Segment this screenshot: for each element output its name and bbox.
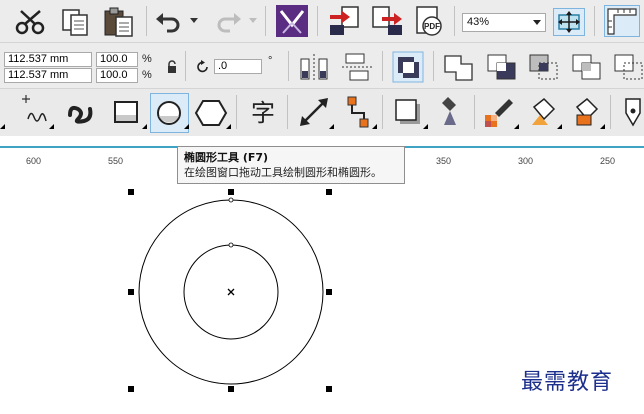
redo-dropdown-icon[interactable] <box>249 18 257 24</box>
flyout-indicator-icon <box>514 124 519 129</box>
flyout-indicator-icon <box>0 124 5 129</box>
undo-icon[interactable] <box>155 10 183 34</box>
inner-circle-node[interactable] <box>228 242 234 248</box>
combine-icon[interactable] <box>391 51 425 83</box>
flyout-indicator-icon <box>372 124 377 129</box>
selection-handle-bottom-right[interactable] <box>326 386 332 392</box>
transparency-tool-icon[interactable] <box>434 95 468 129</box>
front-minus-back-icon[interactable] <box>612 51 644 83</box>
selection-handle-top[interactable] <box>228 189 234 195</box>
simplify-icon[interactable] <box>570 51 604 83</box>
selection-handle-bottom-left[interactable] <box>128 386 134 392</box>
copy-icon[interactable] <box>60 8 92 36</box>
ellipse-tool-icon <box>157 101 181 125</box>
weld-icon[interactable] <box>442 51 476 83</box>
flyout-indicator-icon <box>49 124 54 129</box>
tooltip-description: 在绘图窗口拖动工具绘制圆形和椭圆形。 <box>184 166 382 179</box>
selection-handle-left[interactable] <box>128 289 134 295</box>
lock-ratio-icon[interactable] <box>166 60 178 74</box>
property-bar: 112.537 mm 112.537 mm 100.0 100.0 % % .0… <box>0 43 644 89</box>
zoom-level-value: 43% <box>467 16 490 28</box>
ruler-label: 600 <box>26 156 42 166</box>
connector-tool-icon[interactable] <box>340 95 374 129</box>
scale-x-unit: % <box>142 53 152 65</box>
color-eyedropper-tool-icon[interactable] <box>483 95 517 129</box>
toolbox: 字 <box>0 89 644 136</box>
outer-circle-node[interactable] <box>228 197 234 203</box>
ellipse-tool-tooltip: 椭圆形工具 (F7) 在绘图窗口拖动工具绘制圆形和椭圆形。 <box>177 146 405 184</box>
full-screen-button[interactable] <box>553 8 585 36</box>
text-tool-icon[interactable]: 字 <box>247 95 279 129</box>
outline-pen-tool-icon[interactable] <box>618 95 644 129</box>
object-height-field[interactable]: 112.537 mm <box>4 68 92 83</box>
paste-icon[interactable] <box>102 6 136 38</box>
smart-fill-bucket-icon[interactable] <box>569 95 603 129</box>
smart-fill-tool-icon[interactable] <box>64 97 98 129</box>
center-marker-icon[interactable] <box>227 288 235 296</box>
scale-y-unit: % <box>142 69 152 81</box>
rotation-angle-field[interactable]: .0 <box>214 59 262 74</box>
flyout-indicator-icon <box>423 124 428 129</box>
zoom-level-select[interactable]: 43% <box>462 13 546 32</box>
interactive-fill-tool-icon[interactable] <box>526 95 560 129</box>
flyout-indicator-icon <box>600 124 605 129</box>
move-arrows-icon <box>558 11 580 33</box>
rotation-degree-unit: ° <box>268 55 273 67</box>
flyout-indicator-icon <box>226 124 231 129</box>
flyout-indicator-icon <box>142 124 147 129</box>
mirror-horizontal-icon[interactable] <box>297 51 331 83</box>
freehand-tool-icon[interactable] <box>18 95 52 131</box>
object-width-field[interactable]: 112.537 mm <box>4 52 92 67</box>
standard-toolbar: PDF 43% <box>0 0 644 43</box>
flyout-indicator-icon <box>329 124 334 129</box>
selection-handle-bottom[interactable] <box>228 386 234 392</box>
chevron-down-icon <box>533 20 541 25</box>
undo-dropdown-icon[interactable] <box>190 18 198 24</box>
polygon-tool-icon[interactable] <box>194 97 228 129</box>
dimension-tool-icon[interactable] <box>297 95 331 129</box>
rectangle-tool-icon[interactable] <box>110 97 144 129</box>
rulers-icon[interactable] <box>604 5 640 37</box>
selection-handle-top-left[interactable] <box>128 189 134 195</box>
scale-y-field[interactable]: 100.0 <box>96 68 138 83</box>
redo-icon[interactable] <box>214 10 242 34</box>
watermark-text: 最需教育 <box>521 370 614 395</box>
svg-text:字: 字 <box>251 99 275 127</box>
application-launcher-icon[interactable] <box>276 5 308 37</box>
export-pdf-icon[interactable]: PDF <box>413 5 447 37</box>
svg-text:PDF: PDF <box>424 22 440 31</box>
intersect-icon[interactable] <box>527 51 561 83</box>
trim-icon[interactable] <box>485 51 519 83</box>
flyout-indicator-icon <box>557 124 562 129</box>
tooltip-title: 椭圆形工具 (F7) <box>184 151 269 164</box>
flyout-indicator-icon <box>184 124 189 129</box>
mirror-vertical-icon[interactable] <box>340 51 374 83</box>
ruler-label: 550 <box>108 156 124 166</box>
drop-shadow-tool-icon[interactable] <box>391 95 425 129</box>
export-icon[interactable] <box>370 5 404 37</box>
import-icon[interactable] <box>328 5 362 37</box>
ruler-label: 350 <box>436 156 452 166</box>
selection-handle-right[interactable] <box>326 289 332 295</box>
ruler-label: 250 <box>600 156 616 166</box>
cut-icon[interactable] <box>14 8 48 36</box>
scale-x-field[interactable]: 100.0 <box>96 52 138 67</box>
selection-handle-top-right[interactable] <box>326 189 332 195</box>
rotate-icon <box>197 60 208 73</box>
ruler-label: 300 <box>518 156 534 166</box>
